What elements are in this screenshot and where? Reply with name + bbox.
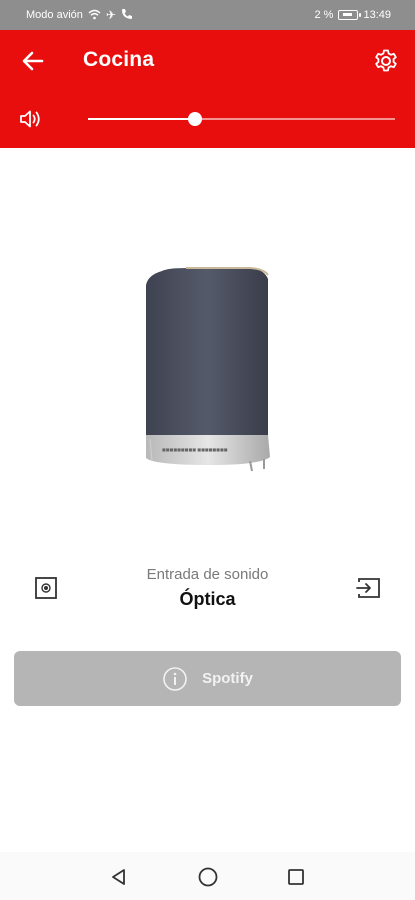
battery-icon [338, 10, 362, 20]
status-right: 2 % 13:49 [315, 9, 392, 21]
spotify-button[interactable]: Spotify [14, 651, 401, 706]
input-switch-icon [356, 578, 380, 598]
status-left: Modo avión ✈ [26, 8, 133, 22]
nav-home-button[interactable] [195, 864, 221, 890]
speaker-image: ■■■■■■■■■ ■■■■■■■■ [140, 265, 276, 475]
airplane-icon: ✈ [105, 8, 116, 22]
input-switch-button[interactable] [356, 576, 382, 600]
nav-back-triangle-icon [112, 869, 125, 885]
source-value: Óptica [179, 589, 236, 609]
arrow-left-icon [22, 51, 44, 71]
airplane-mode-text: Modo avión [26, 9, 83, 21]
app-header: Cocina [0, 30, 415, 90]
nav-home-circle-icon [198, 867, 218, 887]
source-label: Entrada de sonido [146, 566, 269, 583]
page-title: Cocina [83, 48, 155, 71]
nav-recents-button[interactable] [283, 864, 309, 890]
nav-back-button[interactable] [106, 864, 132, 890]
screen: Modo avión ✈ 2 % 13:49 Cocina ■■■■■■■■■ … [0, 0, 415, 900]
clock: 13:49 [363, 9, 391, 21]
spotify-label: Spotify [202, 670, 253, 687]
nav-recents-square-icon [288, 869, 304, 885]
volume-bar [0, 90, 415, 148]
back-button[interactable] [16, 44, 50, 78]
status-bar: Modo avión ✈ 2 % 13:49 [0, 0, 415, 30]
volume-slider-thumb[interactable] [188, 112, 203, 126]
wifi-call-icon [121, 8, 133, 22]
gear-icon [375, 49, 397, 72]
volume-slider-fill [88, 118, 196, 120]
info-circle-icon [163, 666, 187, 691]
svg-text:■■■■■■■■■ ■■■■■■■■: ■■■■■■■■■ ■■■■■■■■ [162, 447, 228, 452]
speaker-volume-icon [20, 110, 40, 128]
system-nav-bar [0, 852, 415, 900]
wifi-icon [88, 9, 101, 22]
mute-button[interactable] [18, 107, 44, 131]
settings-button[interactable] [369, 44, 403, 78]
volume-slider[interactable] [88, 112, 395, 126]
battery-percent: 2 % [314, 9, 334, 21]
